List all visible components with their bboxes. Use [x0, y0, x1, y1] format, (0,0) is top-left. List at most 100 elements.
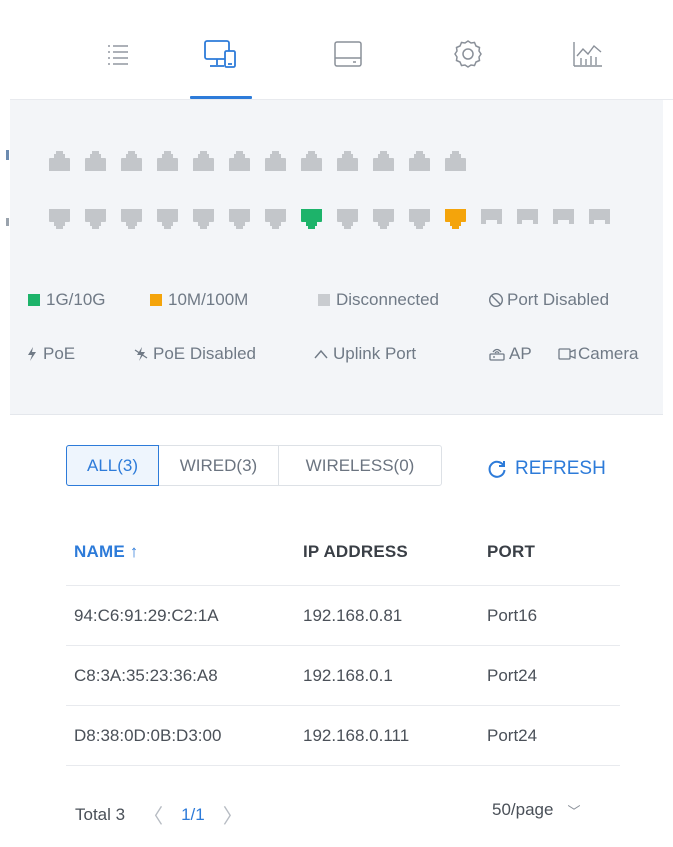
filter-all-button[interactable]: ALL(3)	[66, 445, 159, 486]
current-page: 1/1	[181, 804, 205, 824]
tab-list[interactable]	[98, 36, 138, 72]
port-cell: Port24	[487, 726, 538, 745]
switch-port[interactable]	[156, 208, 179, 230]
switch-port[interactable]	[408, 208, 431, 230]
table-row: 94:C6:91:29:C2:1A 192.168.0.81 Port16	[66, 586, 620, 646]
legend-camera-label: Camera	[578, 344, 639, 363]
orange-square-icon	[150, 294, 162, 306]
legend-poe-disabled: PoE Disabled	[134, 344, 256, 364]
switch-port[interactable]	[192, 208, 215, 230]
legend-1g: 1G/10G	[28, 290, 106, 310]
switch-port[interactable]	[120, 150, 143, 172]
edge-marker	[6, 218, 9, 226]
switch-port[interactable]	[372, 150, 395, 172]
green-square-icon	[28, 294, 40, 306]
table-header: NAME ↑ IP ADDRESS PORT	[66, 520, 620, 586]
devices-icon	[204, 40, 236, 68]
edge-marker	[6, 150, 9, 160]
switch-port[interactable]	[264, 150, 287, 172]
gear-icon	[454, 40, 482, 68]
switch-port[interactable]	[228, 208, 251, 230]
switch-port[interactable]	[228, 150, 251, 172]
disabled-icon	[488, 292, 504, 308]
legend-uplink-label: Uplink Port	[333, 344, 417, 363]
legend-port-disabled-label: Port Disabled	[507, 290, 610, 309]
switch-port[interactable]	[372, 208, 395, 230]
ip-cell: 192.168.0.111	[303, 726, 410, 745]
ip-cell: 192.168.0.81	[303, 606, 403, 625]
prev-page-button[interactable]: 〈	[143, 800, 163, 829]
next-page-button[interactable]: 〉	[223, 800, 243, 829]
legend-poe-label: PoE	[43, 344, 76, 363]
ip-cell: 192.168.0.1	[303, 666, 393, 685]
table-row: C8:3A:35:23:36:A8 192.168.0.1 Port24	[66, 646, 620, 706]
legend-camera: Camera	[558, 344, 638, 364]
switch-port[interactable]	[552, 208, 575, 230]
switch-port[interactable]	[588, 208, 611, 230]
client-table: NAME ↑ IP ADDRESS PORT 94:C6:91:29:C2:1A…	[66, 520, 620, 766]
stats-icon	[573, 42, 602, 67]
lightning-off-icon	[134, 347, 148, 361]
name-cell: 94:C6:91:29:C2:1A	[74, 606, 219, 625]
switch-port[interactable]	[48, 208, 71, 230]
refresh-label: REFRESH	[515, 458, 606, 479]
refresh-icon	[488, 460, 506, 478]
name-cell: C8:3A:35:23:36:A8	[74, 666, 218, 685]
legend-ap: AP	[488, 344, 532, 364]
name-column-header[interactable]: NAME ↑	[74, 542, 138, 562]
switch-port[interactable]	[156, 150, 179, 172]
lightning-icon	[28, 347, 36, 361]
switch-port[interactable]	[444, 208, 467, 230]
tab-bar	[10, 0, 673, 100]
switch-port[interactable]	[84, 208, 107, 230]
tab-storage[interactable]	[328, 36, 368, 72]
switch-port[interactable]	[300, 150, 323, 172]
legend-poe-disabled-label: PoE Disabled	[153, 344, 257, 363]
switch-port[interactable]	[300, 208, 323, 230]
chevron-up-icon	[314, 349, 328, 359]
tab-devices[interactable]	[200, 36, 240, 72]
switch-port[interactable]	[48, 150, 71, 172]
switch-port[interactable]	[336, 208, 359, 230]
chevron-down-icon: ﹀	[567, 803, 581, 819]
port-column-header: PORT	[487, 542, 536, 561]
legend-10m-label: 10M/100M	[168, 290, 249, 309]
switch-port[interactable]	[192, 150, 215, 172]
switch-port[interactable]	[84, 150, 107, 172]
storage-icon	[334, 41, 362, 67]
legend-ap-label: AP	[509, 344, 532, 363]
legend-10m: 10M/100M	[150, 290, 248, 310]
total-count: Total 3	[75, 804, 126, 824]
gray-square-icon	[318, 294, 330, 306]
legend-1g-label: 1G/10G	[46, 290, 106, 309]
filter-segment: ALL(3) WIRED(3) WIRELESS(0)	[66, 445, 442, 486]
legend-disconnected-label: Disconnected	[336, 290, 440, 309]
switch-port[interactable]	[444, 150, 467, 172]
legend-uplink: Uplink Port	[313, 344, 416, 364]
tab-settings[interactable]	[448, 36, 488, 72]
legend-port-disabled: Port Disabled	[488, 290, 609, 310]
ap-icon	[489, 348, 505, 361]
port-cell: Port24	[487, 666, 538, 685]
page-size-select[interactable]: 50/page ﹀	[492, 800, 580, 820]
switch-port[interactable]	[516, 208, 539, 230]
list-icon	[108, 45, 128, 65]
filter-wireless-button[interactable]: WIRELESS(0)	[279, 446, 441, 485]
ip-column-header: IP ADDRESS	[303, 542, 408, 561]
switch-port[interactable]	[408, 150, 431, 172]
camera-icon	[558, 348, 576, 360]
switch-port[interactable]	[264, 208, 287, 230]
port-row-bottom	[48, 208, 624, 230]
switch-port[interactable]	[120, 208, 143, 230]
switch-port[interactable]	[336, 150, 359, 172]
name-cell: D8:38:0D:0B:D3:00	[74, 726, 222, 745]
legend-disconnected: Disconnected	[318, 290, 439, 310]
active-tab-indicator	[190, 96, 252, 99]
filter-wired-button[interactable]: WIRED(3)	[159, 446, 279, 485]
port-row-top	[48, 150, 480, 172]
refresh-button[interactable]: REFRESH	[487, 458, 606, 480]
port-panel: 1G/10G 10M/100M Disconnected Port Disabl…	[10, 100, 663, 415]
legend-poe: PoE	[26, 344, 75, 364]
tab-stats[interactable]	[568, 36, 608, 72]
switch-port[interactable]	[480, 208, 503, 230]
